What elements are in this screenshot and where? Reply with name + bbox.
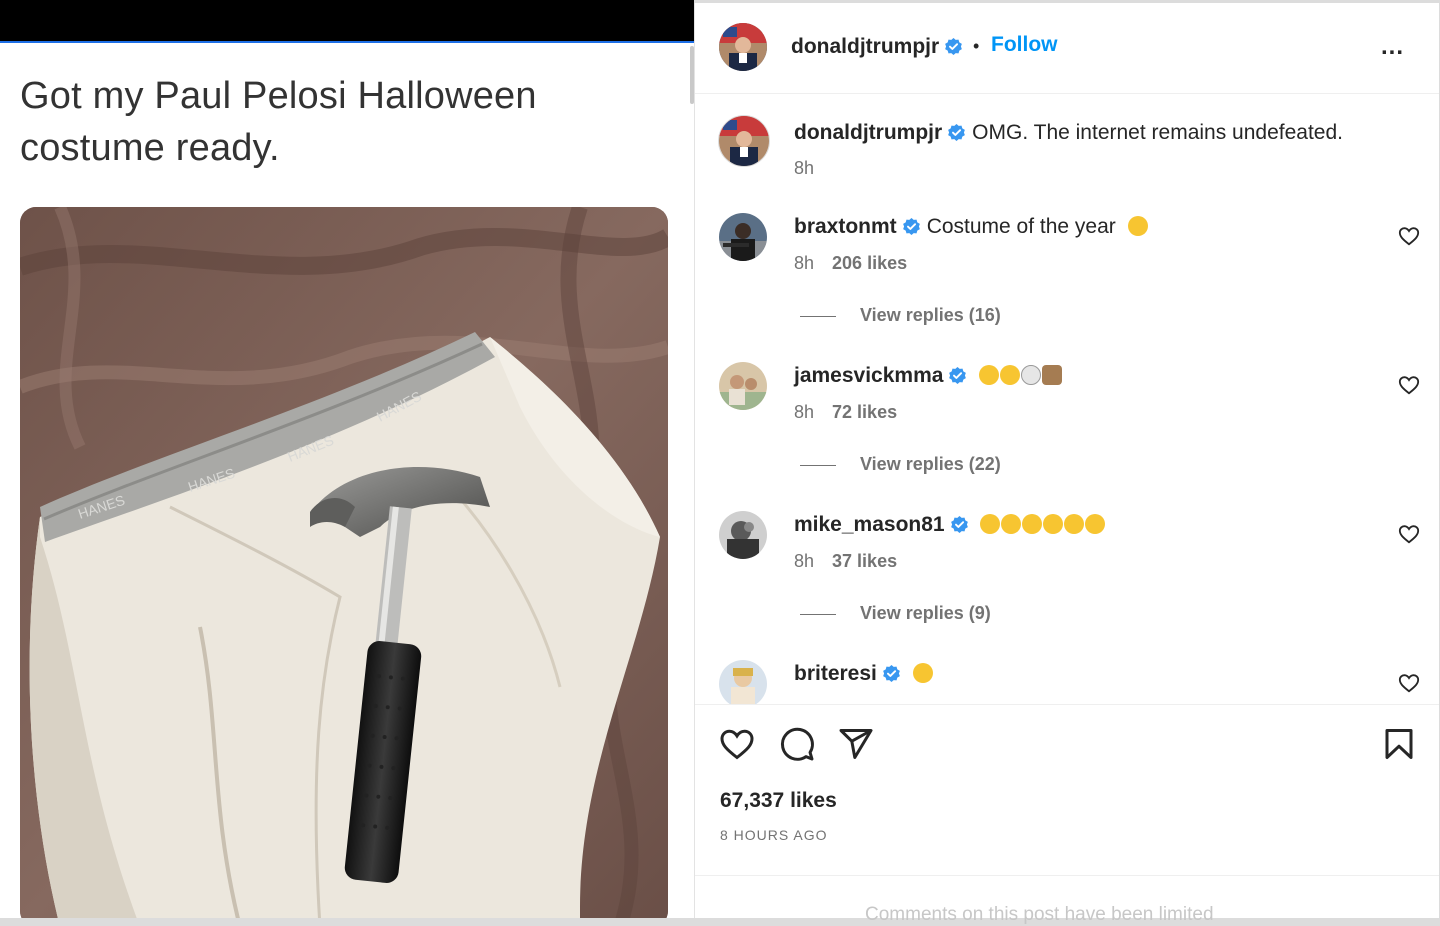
separator-dot: • [973,36,980,56]
joy-emoji-icon [979,365,1000,385]
joy-emoji-icon [980,514,1001,534]
comment-likes[interactable]: 206 likes [832,253,907,273]
comment-time: 8h [794,253,815,273]
skull-emoji-icon [1021,365,1042,385]
comment-text: Costume of the year [926,215,1116,238]
likes-count[interactable]: 67,337 likes [720,789,837,813]
joy-emoji-icon [912,663,933,683]
avatar[interactable] [718,115,770,167]
replies-divider [800,315,836,317]
comment-time: 8h [794,402,815,422]
post-header: donaldjtrumpjr • Follow ... [695,3,1439,94]
tweet-panel: Got my Paul Pelosi Halloween costume rea… [0,0,694,918]
joy-emoji-icon [1001,514,1022,534]
comment-time: 8h [794,551,815,571]
heart-icon[interactable] [1398,374,1420,396]
post-timestamp[interactable]: 8 HOURS AGO [720,827,827,843]
joy-emoji-icon [1064,514,1085,534]
caption-time: 8h [794,158,815,178]
heart-icon[interactable] [1398,523,1420,545]
window-top-bar [0,0,694,41]
view-replies-button[interactable]: View replies (9) [800,603,991,624]
view-replies-button[interactable]: View replies (22) [800,454,1001,475]
share-icon[interactable] [838,726,874,762]
view-replies-label: View replies (16) [860,305,1001,325]
comments-limited-notice: Comments on this post have been limited [695,875,1439,925]
tweet-photo[interactable]: HANES HANES HANES HANES [20,207,668,918]
avatar[interactable] [719,23,767,71]
view-replies-label: View replies (22) [860,454,1001,474]
replies-divider [800,464,836,466]
joy-emoji-icon [1085,514,1106,534]
verified-badge-icon [945,37,963,56]
avatar[interactable] [719,511,767,559]
heart-icon[interactable] [1398,672,1420,694]
comment-username[interactable]: jamesvickmma [794,364,943,387]
verified-badge-icon [883,664,900,683]
comment-likes[interactable]: 72 likes [832,402,897,422]
avatar[interactable] [719,660,767,704]
comment-username[interactable]: mike_mason81 [794,513,945,536]
replies-divider [800,613,836,615]
verified-badge-icon [950,515,968,534]
heart-icon[interactable] [1398,225,1420,247]
verified-badge-icon [902,217,920,236]
follow-button[interactable]: Follow [991,33,1058,57]
verified-badge-icon [948,123,966,142]
view-replies-button[interactable]: View replies (16) [800,305,1001,326]
instagram-post-panel: donaldjtrumpjr • Follow ... donaldjtrump… [694,3,1439,925]
divider [0,41,694,43]
caption-text: OMG. The internet remains undefeated. [972,121,1343,144]
comments-list[interactable]: donaldjtrumpjr OMG. The internet remains … [695,94,1439,704]
comment-icon[interactable] [779,726,815,762]
bookmark-icon[interactable] [1381,726,1417,762]
joy-emoji-icon [1000,365,1021,385]
post-author-username[interactable]: donaldjtrumpjr [791,35,963,59]
avatar[interactable] [719,213,767,261]
joy-emoji-icon [1022,514,1043,534]
goat-emoji-icon [1042,365,1063,385]
view-replies-label: View replies (9) [860,603,991,623]
comment-username[interactable]: braxtonmt [794,215,897,238]
post-actions: 67,337 likes 8 HOURS AGO [695,704,1439,875]
more-icon[interactable]: ... [1381,33,1404,61]
caption-username[interactable]: donaldjtrumpjr [794,121,942,144]
verified-badge-icon [949,366,967,385]
comment-username[interactable]: briteresi [794,662,877,685]
like-heart-icon[interactable] [719,726,755,762]
joy-emoji-icon [1043,514,1064,534]
limited-notice-text: Comments on this post have been limited [865,904,1214,925]
comment-likes[interactable]: 37 likes [832,551,897,571]
avatar[interactable] [719,362,767,410]
rofl-emoji-icon [1127,216,1148,236]
tweet-text: Got my Paul Pelosi Halloween costume rea… [20,75,537,169]
